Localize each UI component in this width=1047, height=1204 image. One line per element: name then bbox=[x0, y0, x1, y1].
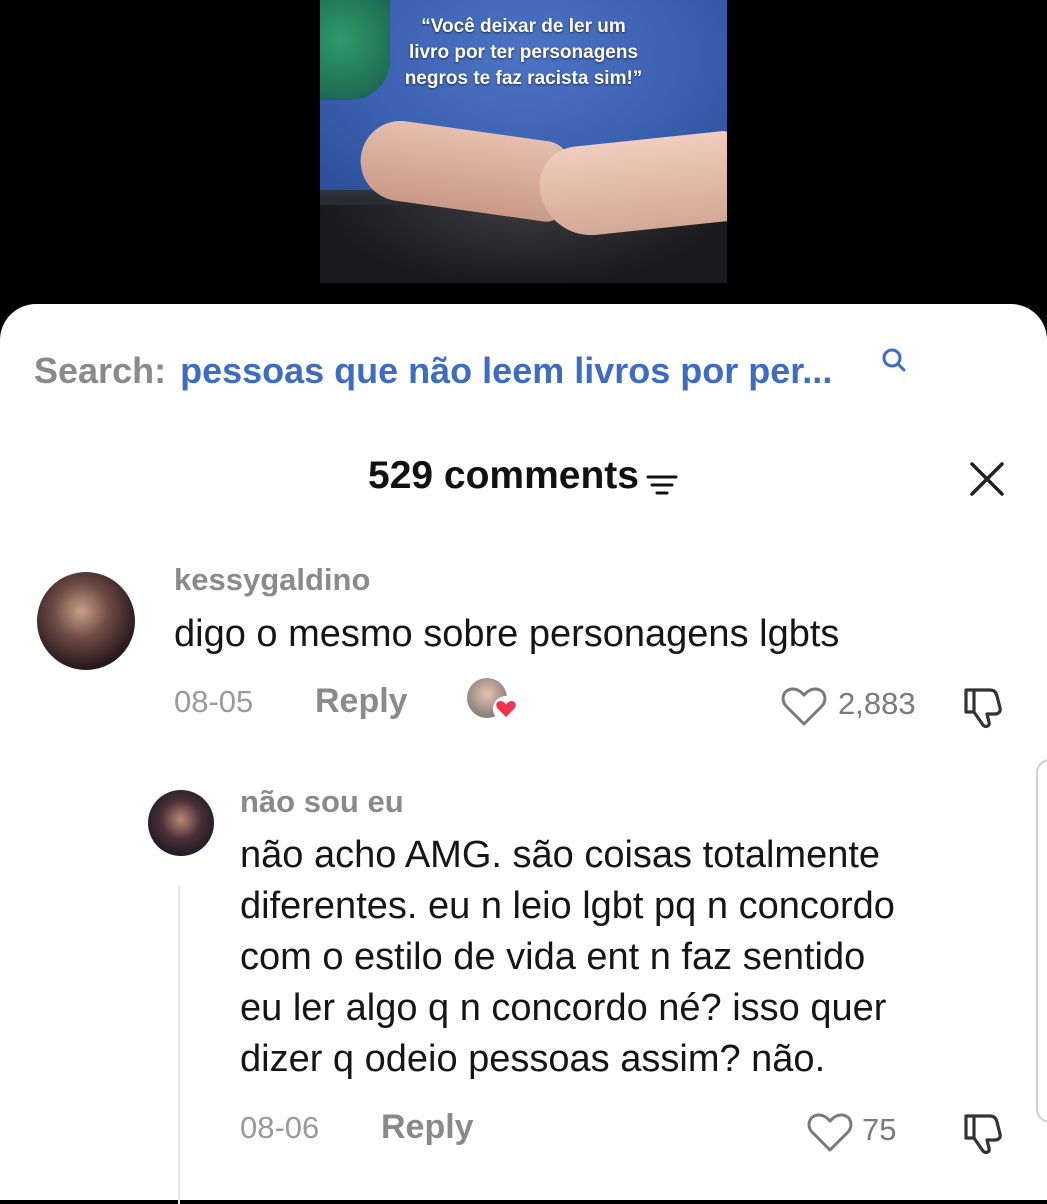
comments-count-title: 529 comments bbox=[368, 454, 639, 497]
caption-line: livro por ter personagens bbox=[408, 42, 639, 63]
reply-text-line: com o estilo de vida ent n faz sentido bbox=[240, 936, 866, 978]
avatar[interactable] bbox=[148, 790, 214, 856]
search-prefix: Search: bbox=[34, 350, 167, 391]
like-count: 75 bbox=[862, 1112, 897, 1147]
heart-badge-icon bbox=[493, 696, 519, 722]
liked-by-creator-badge bbox=[467, 678, 521, 724]
reply-date: 08-06 bbox=[240, 1110, 320, 1145]
reply-text-line: diferentes. eu n leio lgbt pq n concordo bbox=[240, 885, 895, 927]
video-caption: “Você deixar de ler um livro por ter per… bbox=[320, 14, 727, 92]
like-heart-icon[interactable] bbox=[780, 684, 828, 728]
reply-button[interactable]: Reply bbox=[315, 682, 408, 721]
dislike-icon[interactable] bbox=[960, 1108, 1010, 1156]
video-player[interactable]: “Você deixar de ler um livro por ter per… bbox=[0, 0, 1047, 320]
close-icon[interactable] bbox=[968, 460, 1006, 498]
reply-text: não acho AMG. são coisas totalmente dife… bbox=[240, 830, 895, 1085]
scrollbar[interactable] bbox=[1036, 759, 1047, 1123]
reply-text-line: não acho AMG. são coisas totalmente bbox=[240, 834, 881, 876]
reply-username[interactable]: não sou eu bbox=[240, 784, 404, 820]
caption-line: “Você deixar de ler um bbox=[421, 16, 626, 37]
comments-header: 529 comments bbox=[0, 454, 1047, 499]
comment-date: 08-05 bbox=[174, 684, 254, 719]
comments-sheet: Search: pessoas que não leem livros por … bbox=[0, 304, 1047, 1204]
dislike-icon[interactable] bbox=[960, 682, 1010, 730]
reply-thread-line bbox=[178, 886, 180, 1204]
video-thumbnail[interactable]: “Você deixar de ler um livro por ter per… bbox=[320, 0, 727, 283]
reply-text-line: eu ler algo q n concordo né? isso quer bbox=[240, 987, 887, 1029]
search-icon[interactable] bbox=[880, 346, 908, 374]
avatar[interactable] bbox=[37, 572, 135, 670]
comment-text: digo o mesmo sobre personagens lgbts bbox=[174, 613, 840, 655]
comment-username[interactable]: kessygaldino bbox=[174, 562, 370, 598]
reply-text-line: dizer q odeio pessoas assim? não. bbox=[240, 1038, 826, 1080]
reply-button[interactable]: Reply bbox=[381, 1108, 474, 1147]
like-heart-icon[interactable] bbox=[806, 1110, 854, 1154]
caption-line: negros te faz racista sim!” bbox=[404, 68, 643, 89]
filter-icon[interactable] bbox=[645, 469, 679, 499]
search-bar[interactable]: Search: pessoas que não leem livros por … bbox=[34, 349, 832, 393]
like-count: 2,883 bbox=[838, 686, 916, 721]
search-query-link[interactable]: pessoas que não leem livros por per... bbox=[180, 350, 832, 392]
